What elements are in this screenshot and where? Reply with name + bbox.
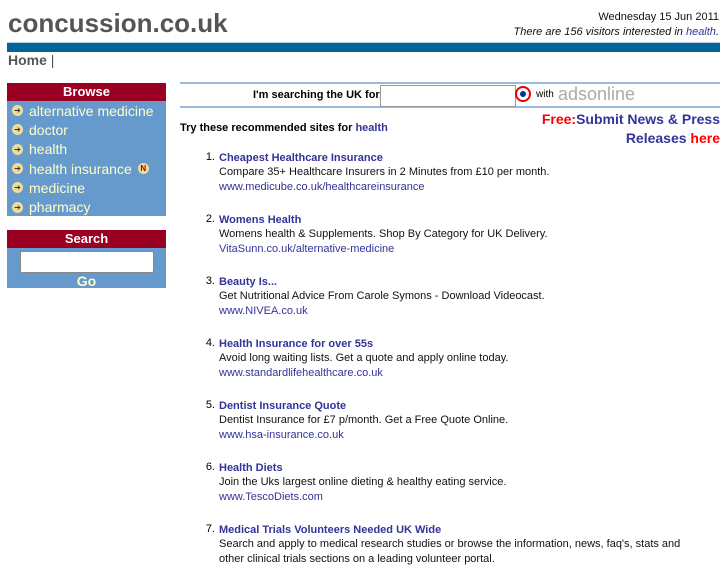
result-item: 1. Cheapest Healthcare Insurance Compare 3… bbox=[205, 151, 705, 194]
promo-line1[interactable]: Submit News & Press bbox=[576, 111, 720, 127]
result-number: 6. bbox=[205, 461, 215, 473]
arrow-right-icon: ➔ bbox=[12, 143, 23, 155]
result-number: 7. bbox=[205, 523, 215, 535]
visitors-text: There are 156 visitors interested in bbox=[513, 26, 686, 38]
browse-item-label[interactable]: health bbox=[29, 141, 67, 157]
browse-item-label[interactable]: medicine bbox=[29, 180, 85, 196]
result-title-link[interactable]: Health Insurance for over 55s bbox=[219, 337, 508, 351]
ads-search-bar: I'm searching the UK for... with adsonli… bbox=[180, 82, 720, 108]
ads-search-input[interactable] bbox=[380, 85, 516, 107]
new-badge-icon: N bbox=[137, 163, 149, 175]
search-panel: Search Go bbox=[7, 230, 166, 290]
result-number: 1. bbox=[205, 151, 215, 163]
browse-item[interactable]: ➔ health insurance N bbox=[7, 159, 166, 178]
search-heading: Search bbox=[7, 230, 166, 248]
result-item: 7. Medical Trials Volunteers Needed UK Wi… bbox=[205, 523, 705, 567]
result-number: 2. bbox=[205, 213, 215, 225]
result-title-link[interactable]: Health Diets bbox=[219, 461, 506, 475]
arrow-right-icon: ➔ bbox=[12, 163, 23, 175]
result-number: 5. bbox=[205, 399, 215, 411]
result-item: 2. Womens Health Womens health & Supplemen… bbox=[205, 213, 705, 256]
result-number: 4. bbox=[205, 337, 215, 349]
result-title-link[interactable]: Cheapest Healthcare Insurance bbox=[219, 151, 549, 165]
visitor-count: There are 156 visitors interested in hea… bbox=[514, 26, 719, 38]
recommended-health-link[interactable]: health bbox=[355, 122, 387, 134]
result-description: Dentist Insurance for £7 p/month. Get a … bbox=[219, 414, 509, 426]
browse-panel: Browse ➔ alternative medicine ➔ doctor ➔ heal… bbox=[7, 83, 166, 216]
result-description: Get Nutritional Advice From Carole Symon… bbox=[219, 290, 545, 302]
adsonline-radio[interactable] bbox=[515, 86, 531, 102]
result-url-link[interactable]: www.NIVEA.co.uk bbox=[219, 304, 545, 318]
result-title-link[interactable]: Womens Health bbox=[219, 213, 548, 227]
browse-item[interactable]: ➔ health bbox=[7, 140, 166, 159]
result-item: 5. Dentist Insurance Quote Dentist Insuran… bbox=[205, 399, 705, 442]
browse-item-label[interactable]: doctor bbox=[29, 122, 68, 138]
header-bar bbox=[7, 42, 720, 52]
arrow-right-icon: ➔ bbox=[12, 124, 23, 136]
with-label: with bbox=[536, 89, 554, 100]
result-description: Search and apply to medical research stu… bbox=[219, 538, 681, 565]
result-description: Compare 35+ Healthcare Insurers in 2 Min… bbox=[219, 166, 550, 178]
browse-item[interactable]: ➔ medicine bbox=[7, 178, 166, 197]
result-description: Womens health & Supplements. Shop By Cat… bbox=[219, 228, 548, 240]
browse-item[interactable]: ➔ pharmacy bbox=[7, 197, 166, 216]
nav-separator: | bbox=[50, 52, 55, 68]
home-link[interactable]: Home bbox=[8, 52, 47, 68]
result-url-link[interactable]: www.hsa-insurance.co.uk bbox=[219, 428, 508, 442]
arrow-right-icon: ➔ bbox=[12, 201, 23, 213]
result-url-link[interactable]: www.TescoDiets.com bbox=[219, 490, 506, 504]
promo-free: Free: bbox=[541, 111, 577, 127]
browse-item-label[interactable]: health insurance bbox=[29, 161, 132, 177]
recommended-intro: Try these recommended sites for health bbox=[180, 122, 388, 134]
browse-item[interactable]: ➔ alternative medicine bbox=[7, 101, 166, 120]
promo-here-link[interactable]: here bbox=[690, 130, 720, 146]
adsonline-logo: adsonline bbox=[558, 84, 636, 104]
result-url-link[interactable]: www.standardlifehealthcare.co.uk bbox=[219, 366, 508, 380]
promo-line2[interactable]: Releases bbox=[626, 130, 691, 146]
result-item: 6. Health Diets Join the Uks largest onlin… bbox=[205, 461, 705, 504]
result-item: 3. Beauty Is... Get Nutritional Advice Fro… bbox=[205, 275, 705, 318]
go-button[interactable]: Go bbox=[7, 273, 166, 290]
result-title-link[interactable]: Beauty Is... bbox=[219, 275, 545, 289]
results-list: 1. Cheapest Healthcare Insurance Compare 3… bbox=[205, 151, 705, 586]
result-title-link[interactable]: Medical Trials Volunteers Needed UK Wide bbox=[219, 523, 705, 537]
visitors-health-link[interactable]: health bbox=[686, 26, 716, 38]
result-number: 3. bbox=[205, 275, 215, 287]
visitors-suffix: . bbox=[715, 26, 719, 38]
breadcrumb: Home | bbox=[8, 52, 54, 68]
site-logo[interactable]: concussion.co.uk bbox=[8, 8, 228, 39]
arrow-right-icon: ➔ bbox=[12, 105, 23, 117]
ads-search-label: I'm searching the UK for... bbox=[253, 89, 389, 101]
site-search-input[interactable] bbox=[19, 251, 154, 273]
result-url-link[interactable]: VitaSunn.co.uk/alternative-medicine bbox=[219, 242, 548, 256]
browse-item-label[interactable]: alternative medicine bbox=[29, 103, 154, 119]
result-title-link[interactable]: Dentist Insurance Quote bbox=[219, 399, 508, 413]
press-release-promo[interactable]: Free:Submit News & Press Releases here bbox=[542, 110, 720, 148]
result-item: 4. Health Insurance for over 55s Avoid lon… bbox=[205, 337, 705, 380]
browse-item[interactable]: ➔ doctor bbox=[7, 120, 166, 139]
current-date: Wednesday 15 Jun 2011 bbox=[598, 11, 719, 23]
browse-heading: Browse bbox=[7, 83, 166, 101]
result-description: Join the Uks largest online dieting & he… bbox=[219, 476, 507, 488]
result-description: Avoid long waiting lists. Get a quote an… bbox=[219, 352, 509, 364]
result-url-link[interactable]: www.medicube.co.uk/healthcareinsurance bbox=[219, 180, 549, 194]
recommended-text: Try these recommended sites for bbox=[180, 122, 356, 134]
arrow-right-icon: ➔ bbox=[12, 182, 23, 194]
browse-item-label[interactable]: pharmacy bbox=[29, 199, 90, 215]
